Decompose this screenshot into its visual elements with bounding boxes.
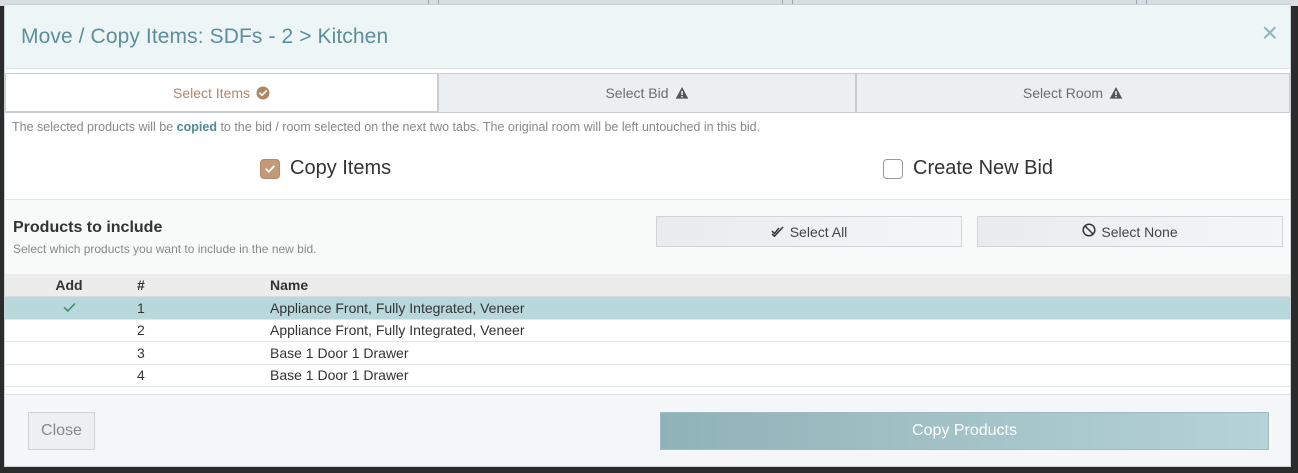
warning-icon: [1109, 86, 1123, 100]
ban-icon: [1082, 223, 1096, 240]
copy-info-text: The selected products will be copied to …: [12, 120, 760, 134]
info-emphasis: copied: [176, 120, 217, 134]
move-copy-modal: Move / Copy Items: SDFs - 2 > Kitchen × …: [4, 4, 1291, 467]
table-row[interactable]: 3 Base 1 Door 1 Drawer: [5, 342, 1290, 365]
row-number: 2: [137, 322, 145, 339]
create-new-bid-label: Create New Bid: [913, 157, 1054, 179]
row-name: Appliance Front, Fully Integrated, Venee…: [270, 322, 525, 339]
copy-products-button[interactable]: Copy Products: [660, 412, 1269, 450]
row-number: 4: [137, 367, 145, 384]
select-none-button[interactable]: Select None: [977, 216, 1283, 247]
column-header-number: #: [137, 277, 145, 293]
tab-select-bid[interactable]: Select Bid: [438, 73, 856, 113]
products-title: Products to include: [13, 219, 163, 236]
row-add-cell[interactable]: [5, 300, 133, 316]
select-all-button[interactable]: Select All: [656, 216, 962, 247]
copy-items-label: Copy Items: [290, 157, 392, 179]
double-check-icon: [771, 224, 785, 240]
row-name: Base 1 Door 1 Drawer: [270, 344, 409, 361]
modal-header: Move / Copy Items: SDFs - 2 > Kitchen ×: [5, 5, 1290, 69]
table-row[interactable]: 1 Appliance Front, Fully Integrated, Ven…: [5, 297, 1290, 320]
warning-icon: [675, 86, 689, 100]
row-name: Base 1 Door 1 Drawer: [270, 367, 409, 384]
tab-select-items[interactable]: Select Items: [5, 73, 438, 113]
select-all-label: Select All: [789, 223, 848, 240]
select-none-label: Select None: [1101, 223, 1178, 240]
tab-label: Select Bid: [605, 85, 669, 101]
column-header-add: Add: [55, 277, 83, 293]
row-name: Appliance Front, Fully Integrated, Venee…: [270, 299, 525, 316]
products-section: Products to include Select which product…: [5, 200, 1290, 274]
create-new-bid-checkbox[interactable]: [883, 158, 903, 179]
table-row[interactable]: 2 Appliance Front, Fully Integrated, Ven…: [5, 320, 1290, 342]
close-button[interactable]: Close: [28, 412, 95, 450]
check-circle-icon: [256, 86, 270, 100]
column-header-name: Name: [270, 277, 309, 293]
check-icon: [63, 300, 76, 316]
create-new-bid-option[interactable]: Create New Bid: [883, 157, 1053, 180]
modal-title: Move / Copy Items: SDFs - 2 > Kitchen: [21, 25, 389, 48]
products-subtitle: Select which products you want to includ…: [13, 242, 317, 256]
row-number: 1: [137, 299, 145, 316]
info-prefix: The selected products will be: [12, 120, 177, 134]
tab-bar: Select Items Select Bid Select Room: [5, 73, 1290, 113]
close-icon[interactable]: ×: [1262, 19, 1278, 47]
tab-select-room[interactable]: Select Room: [856, 73, 1290, 113]
info-suffix: to the bid / room selected on the next t…: [216, 120, 761, 134]
table-header: Add # Name: [5, 274, 1290, 297]
row-number: 3: [137, 344, 145, 361]
modal-footer: Close Copy Products: [5, 395, 1290, 466]
copy-items-option[interactable]: Copy Items: [260, 157, 391, 180]
products-table: Add # Name 1 Appliance Front, Fully Inte…: [5, 274, 1290, 387]
copy-items-checkbox[interactable]: [260, 158, 280, 179]
table-row[interactable]: 4 Base 1 Door 1 Drawer: [5, 365, 1290, 387]
tab-label: Select Room: [1022, 85, 1104, 101]
tab-label: Select Items: [172, 84, 251, 101]
